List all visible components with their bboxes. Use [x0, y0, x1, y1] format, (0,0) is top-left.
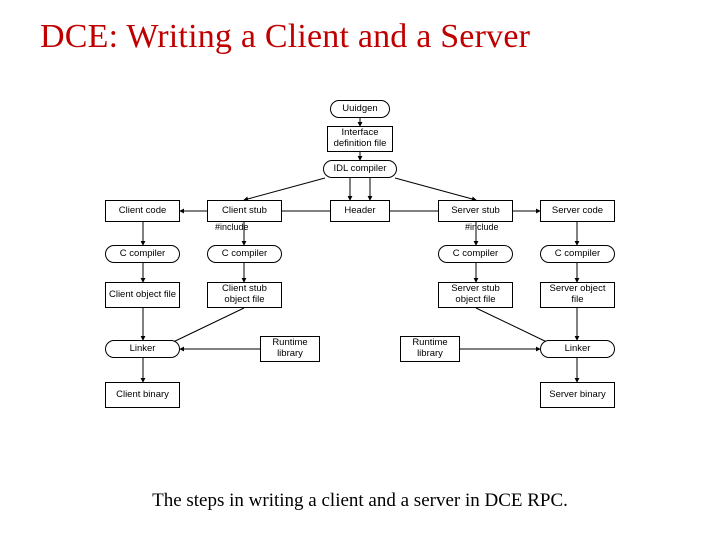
node-server-object-file: Server object file [540, 282, 615, 308]
node-c-compiler-3: C compiler [438, 245, 513, 263]
page-title: DCE: Writing a Client and a Server [0, 0, 720, 56]
node-server-stub: Server stub [438, 200, 513, 222]
node-client-object-file: Client object file [105, 282, 180, 308]
label-include-left: #include [215, 222, 249, 232]
label-include-right: #include [465, 222, 499, 232]
node-linker-left: Linker [105, 340, 180, 358]
node-server-binary: Server binary [540, 382, 615, 408]
node-header: Header [330, 200, 390, 222]
node-interface-definition-file: Interface definition file [327, 126, 393, 152]
node-runtime-library-left: Runtime library [260, 336, 320, 362]
node-idl-compiler: IDL compiler [323, 160, 397, 178]
node-server-stub-object-file: Server stub object file [438, 282, 513, 308]
node-c-compiler-4: C compiler [540, 245, 615, 263]
node-client-code: Client code [105, 200, 180, 222]
node-c-compiler-2: C compiler [207, 245, 282, 263]
node-server-code: Server code [540, 200, 615, 222]
caption: The steps in writing a client and a serv… [0, 490, 720, 512]
node-client-stub-object-file: Client stub object file [207, 282, 282, 308]
node-runtime-library-right: Runtime library [400, 336, 460, 362]
node-client-binary: Client binary [105, 382, 180, 408]
node-c-compiler-1: C compiler [105, 245, 180, 263]
diagram-container: Uuidgen Interface definition file IDL co… [105, 100, 615, 440]
node-uuidgen: Uuidgen [330, 100, 390, 118]
node-linker-right: Linker [540, 340, 615, 358]
node-client-stub: Client stub [207, 200, 282, 222]
